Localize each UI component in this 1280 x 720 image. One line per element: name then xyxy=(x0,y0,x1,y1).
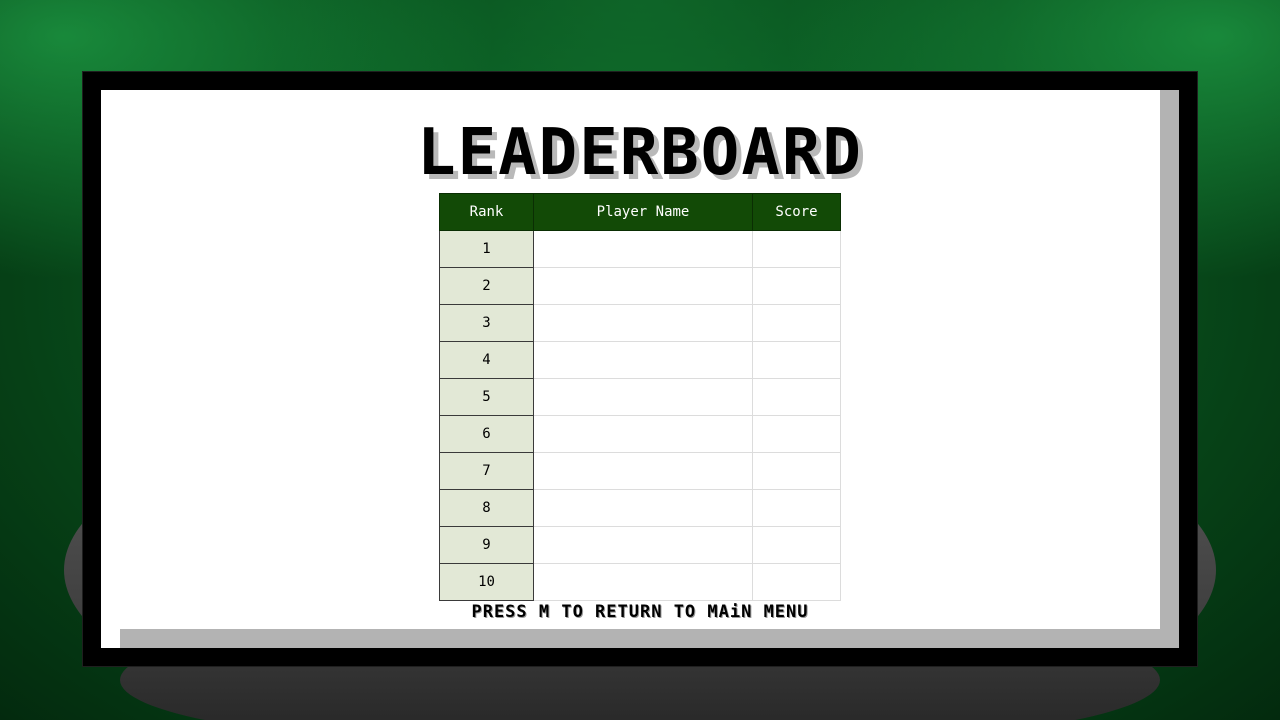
header-score: Score xyxy=(752,193,841,231)
header-rank: Rank xyxy=(439,193,534,231)
score-cell xyxy=(752,563,841,601)
score-cell xyxy=(752,378,841,416)
header-player-name: Player Name xyxy=(533,193,753,231)
table-row: 5 xyxy=(439,378,841,416)
rank-cell: 1 xyxy=(439,230,534,268)
player-name-cell xyxy=(533,526,753,564)
rank-cell: 3 xyxy=(439,304,534,342)
panel-shadow-notch xyxy=(101,629,120,648)
table-header-row: Rank Player Name Score xyxy=(439,193,841,231)
rank-cell: 6 xyxy=(439,415,534,453)
rank-cell: 8 xyxy=(439,489,534,527)
score-cell xyxy=(752,489,841,527)
rank-cell: 5 xyxy=(439,378,534,416)
score-cell xyxy=(752,267,841,305)
score-cell xyxy=(752,526,841,564)
title-container: LEADERBOARD xyxy=(340,118,940,188)
score-cell xyxy=(752,415,841,453)
score-cell xyxy=(752,304,841,342)
table-row: 8 xyxy=(439,489,841,527)
player-name-cell xyxy=(533,267,753,305)
table-row: 10 xyxy=(439,563,841,601)
table-row: 7 xyxy=(439,452,841,490)
table-row: 1 xyxy=(439,230,841,268)
player-name-cell xyxy=(533,304,753,342)
table-row: 9 xyxy=(439,526,841,564)
player-name-cell xyxy=(533,341,753,379)
player-name-cell xyxy=(533,563,753,601)
table-row: 6 xyxy=(439,415,841,453)
rank-cell: 4 xyxy=(439,341,534,379)
table-row: 3 xyxy=(439,304,841,342)
return-to-menu-prompt: PRESS M TO RETURN TO MAiN MENU xyxy=(471,602,809,622)
rank-cell: 10 xyxy=(439,563,534,601)
table-row: 4 xyxy=(439,341,841,379)
player-name-cell xyxy=(533,489,753,527)
leaderboard-table: Rank Player Name Score 1 2 3 4 5 6 7 8 9… xyxy=(439,193,841,601)
score-cell xyxy=(752,341,841,379)
rank-cell: 7 xyxy=(439,452,534,490)
player-name-cell xyxy=(533,230,753,268)
player-name-cell xyxy=(533,415,753,453)
score-cell xyxy=(752,230,841,268)
player-name-cell xyxy=(533,452,753,490)
leaderboard-title: LEADERBOARD xyxy=(417,116,863,190)
rank-cell: 2 xyxy=(439,267,534,305)
table-row: 2 xyxy=(439,267,841,305)
player-name-cell xyxy=(533,378,753,416)
score-cell xyxy=(752,452,841,490)
rank-cell: 9 xyxy=(439,526,534,564)
